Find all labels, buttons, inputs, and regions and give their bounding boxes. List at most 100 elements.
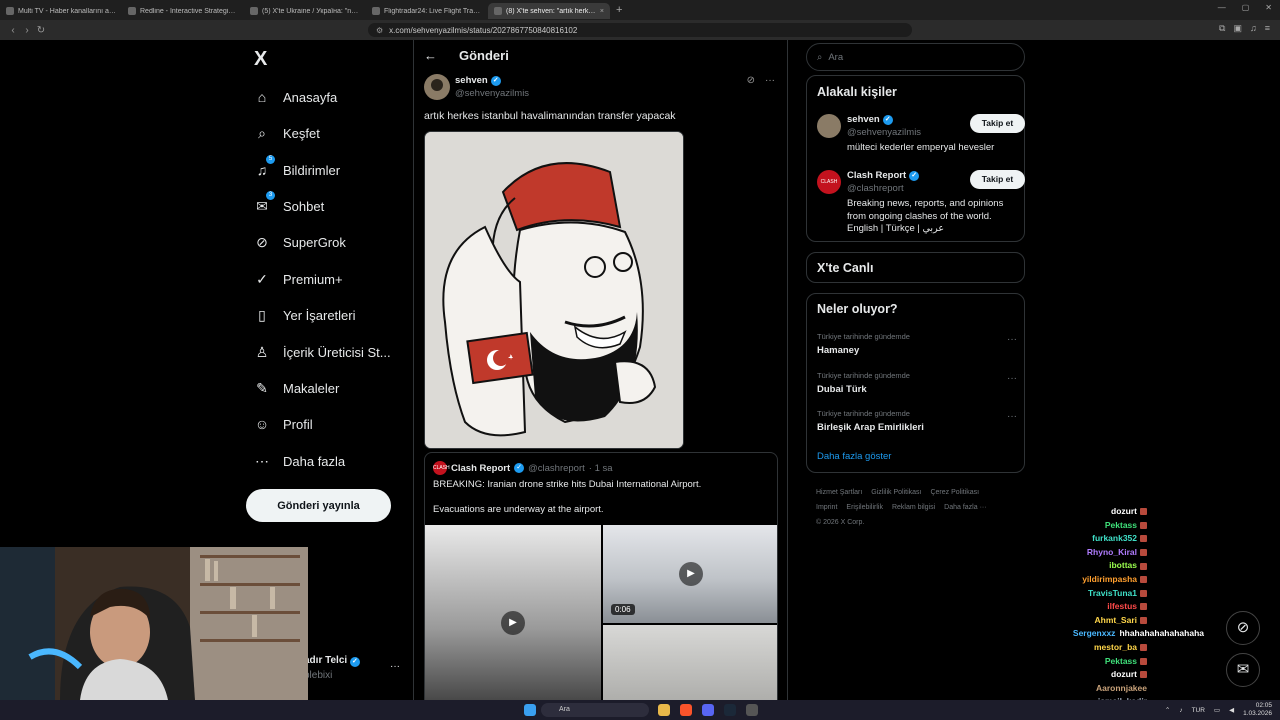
- footer-link[interactable]: Gizlilik Politikası: [871, 489, 921, 496]
- quoted-tweet[interactable]: CLASH Clash Report ✓ @clashreport · 1 sa…: [424, 452, 778, 700]
- live-card[interactable]: X'te Canlı: [806, 252, 1025, 283]
- tray-chevron-icon[interactable]: ⌃: [1165, 706, 1170, 714]
- chat-username[interactable]: TravisTuna1: [1088, 588, 1137, 598]
- extensions-icon[interactable]: ⧉: [1219, 23, 1225, 34]
- menu-icon[interactable]: ≡: [1265, 23, 1270, 34]
- language-indicator[interactable]: TUR: [1192, 707, 1205, 714]
- taskbar-search[interactable]: Ara: [541, 703, 649, 717]
- image-thumbnail[interactable]: [603, 625, 777, 700]
- chat-username[interactable]: dozurt: [1111, 506, 1137, 516]
- more-icon[interactable]: ···: [1007, 373, 1017, 384]
- more-icon[interactable]: ···: [1007, 334, 1017, 345]
- browser-tab[interactable]: (8) X'te sehven: "artık herkes i ×: [488, 3, 610, 19]
- footer-link[interactable]: Reklam bilgisi: [892, 504, 935, 511]
- browser-tab[interactable]: (5) X'te Ukraine / Україна: "nothing: [244, 3, 366, 19]
- nav-item-daha-fazla[interactable]: ⋯ Daha fazla: [254, 451, 345, 471]
- url-field[interactable]: ⚙ x.com/sehvenyazilmis/status/2027867750…: [368, 23, 912, 37]
- nav-item-anasayfa[interactable]: ⌂ Anasayfa: [254, 87, 337, 107]
- file-explorer-icon[interactable]: [658, 704, 670, 716]
- video-thumbnail[interactable]: ▶: [425, 525, 601, 700]
- volume-icon[interactable]: ◀: [1229, 706, 1234, 714]
- footer-link[interactable]: Daha fazla ···: [944, 504, 986, 511]
- x-logo-icon[interactable]: X: [254, 48, 280, 70]
- search-input[interactable]: ⌕ Ara: [806, 43, 1025, 71]
- chat-username[interactable]: yildirimpasha: [1082, 574, 1137, 584]
- account-more-icon[interactable]: ···: [390, 661, 400, 672]
- new-tab-button[interactable]: +: [616, 4, 622, 16]
- maximize-icon[interactable]: ▢: [1242, 3, 1250, 12]
- follow-button[interactable]: Takip et: [970, 170, 1025, 189]
- nav-item-profil[interactable]: ☺ Profil: [254, 414, 313, 434]
- windows-start-icon[interactable]: [524, 704, 536, 716]
- person-sehven[interactable]: sehven ✓ @sehvenyazilmis mülteci kederler…: [817, 114, 1025, 154]
- nav-item-sohbet[interactable]: ✉ 3 Sohbet: [254, 191, 324, 216]
- chat-username[interactable]: Sergenxxz: [1073, 628, 1116, 638]
- person-clash-report[interactable]: CLASH Clash Report ✓ @clashreport Breakin…: [817, 170, 1025, 236]
- chat-username[interactable]: Rhyno_Kiral: [1087, 547, 1137, 557]
- play-icon[interactable]: ▶: [501, 611, 525, 635]
- music-icon[interactable]: ♫: [1250, 23, 1257, 34]
- browser-tab[interactable]: Multi TV - Haber kanallarını aynı anda: [0, 3, 122, 19]
- back-arrow-icon[interactable]: ←: [424, 48, 437, 63]
- close-tab-icon[interactable]: ×: [600, 8, 604, 15]
- chat-username[interactable]: Pektass: [1105, 520, 1137, 530]
- trend-item[interactable]: Türkiye tarihinde gündemde Dubai Türk ··…: [817, 371, 1017, 395]
- trend-name: Hamaney: [817, 345, 860, 356]
- reload-icon[interactable]: ↻: [34, 25, 48, 36]
- nav-item-bildirimler[interactable]: ♫ 5 Bildirimler: [254, 155, 340, 180]
- footer-link[interactable]: Çerez Politikası: [930, 489, 979, 496]
- tweet-author-handle[interactable]: @sehvenyazilmis: [455, 88, 529, 99]
- site-info-icon[interactable]: ⚙: [376, 26, 383, 35]
- grok-icon[interactable]: ⊘: [747, 75, 755, 86]
- brave-browser-icon[interactable]: [680, 704, 692, 716]
- quoted-tweet-header: CLASH Clash Report ✓ @clashreport · 1 sa: [433, 461, 613, 475]
- chat-username[interactable]: Aaronnjakee: [1096, 683, 1147, 693]
- nav-item-supergrok[interactable]: ⊘ SuperGrok: [254, 232, 346, 252]
- more-icon[interactable]: ···: [1007, 411, 1017, 422]
- minimize-icon[interactable]: —: [1218, 3, 1226, 12]
- chat-username[interactable]: ibottas: [1109, 560, 1137, 570]
- chat-username[interactable]: furkank352: [1092, 533, 1137, 543]
- browser-tab[interactable]: Flightradar24: Live Flight Tracker - R: [366, 3, 488, 19]
- steam-icon[interactable]: [724, 704, 736, 716]
- more-icon[interactable]: ···: [765, 75, 775, 86]
- nav-item-label: Profil: [283, 416, 313, 432]
- video-thumbnail[interactable]: ▶ 0:06: [603, 525, 777, 623]
- tweet-image[interactable]: [424, 131, 684, 449]
- browser-tab[interactable]: Redline - Interactive Strategic Map: [122, 3, 244, 19]
- chat-username[interactable]: ilfestus: [1107, 601, 1137, 611]
- chat-username[interactable]: dozurt: [1111, 669, 1137, 679]
- nav-item-ke-fet[interactable]: ⌕ Keşfet: [254, 123, 320, 143]
- nav-item-yer-i-aretleri[interactable]: ▯ Yer İşaretleri: [254, 305, 355, 325]
- follow-button[interactable]: Takip et: [970, 114, 1025, 133]
- tweet-author[interactable]: sehven ✓: [455, 75, 501, 86]
- post-button[interactable]: Gönderi yayınla: [246, 489, 391, 522]
- nav-item-i-erik-reticisi-st[interactable]: ♙ İçerik Üreticisi St...: [254, 342, 391, 362]
- show-more-link[interactable]: Daha fazla göster: [817, 451, 891, 462]
- author-avatar[interactable]: [424, 74, 450, 100]
- nav-item-label: Anasayfa: [283, 89, 338, 105]
- app-icon[interactable]: [746, 704, 758, 716]
- chat-username[interactable]: mestor_ba: [1094, 642, 1137, 652]
- messages-fab-icon[interactable]: ✉: [1226, 653, 1260, 687]
- discord-icon[interactable]: [702, 704, 714, 716]
- forward-arrow-icon[interactable]: ›: [20, 25, 34, 36]
- sidebar-icon[interactable]: ▣: [1233, 23, 1242, 34]
- chat-username[interactable]: Pektass: [1105, 656, 1137, 666]
- mic-icon[interactable]: ♪: [1179, 707, 1182, 714]
- footer-link[interactable]: Hizmet Şartları: [816, 489, 862, 496]
- nav-item-premium[interactable]: ✓ Premium+: [254, 269, 342, 289]
- trend-item[interactable]: Türkiye tarihinde gündemde Birleşik Arap…: [817, 409, 1017, 433]
- nav-item-makaleler[interactable]: ✎ Makaleler: [254, 378, 339, 398]
- clock[interactable]: 02:05 1.03.2026: [1243, 702, 1272, 718]
- play-icon[interactable]: ▶: [679, 562, 703, 586]
- chat-username[interactable]: Ahmt_Sari: [1094, 615, 1137, 625]
- account-switcher[interactable]: adır Telci ✓ plebixi ···: [304, 655, 400, 681]
- grok-fab-icon[interactable]: ⊘: [1226, 611, 1260, 645]
- back-arrow-icon[interactable]: ‹: [6, 25, 20, 36]
- close-window-icon[interactable]: ✕: [1265, 3, 1272, 12]
- footer-link[interactable]: Erişilebilirlik: [846, 504, 883, 511]
- trend-item[interactable]: Türkiye tarihinde gündemde Hamaney ···: [817, 332, 1017, 356]
- network-icon[interactable]: ▭: [1214, 706, 1220, 714]
- footer-link[interactable]: Imprint: [816, 504, 837, 511]
